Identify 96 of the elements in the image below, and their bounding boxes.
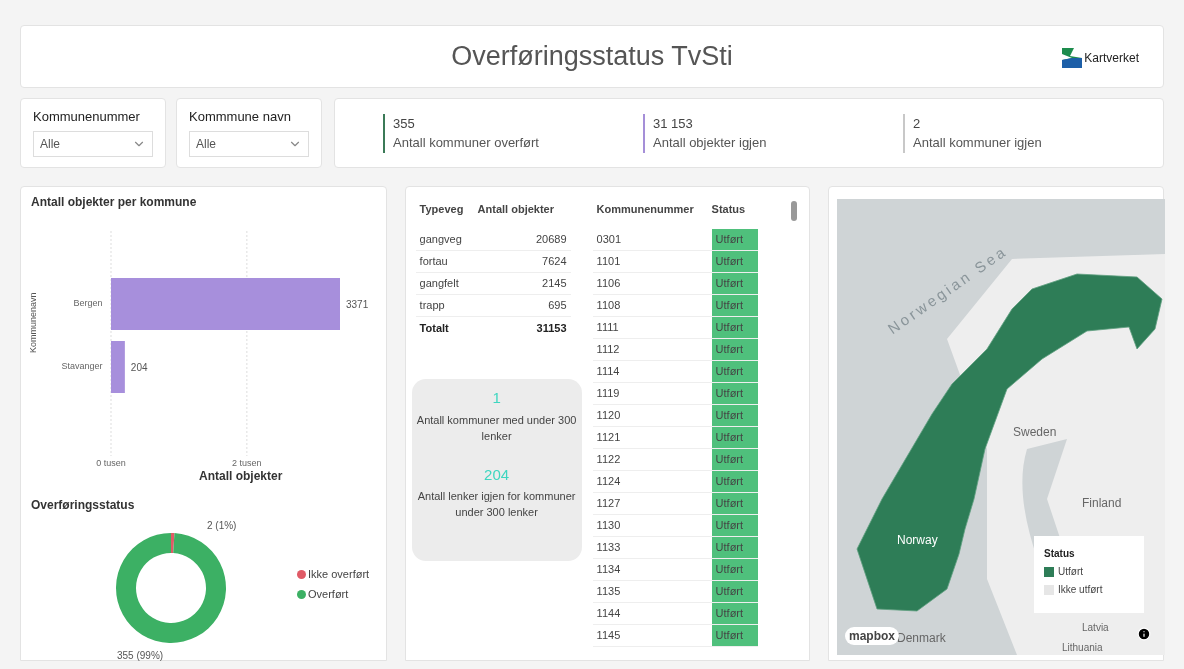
status-cell: Utført: [711, 625, 758, 646]
table-cell-text: 1112: [595, 342, 621, 358]
bar: [111, 341, 125, 393]
table-cell-text: 20689: [535, 232, 568, 248]
table-cell-text: 0301: [595, 232, 623, 248]
axis-title: Antall objekter: [199, 468, 283, 485]
table-cell-text: 1124: [595, 474, 622, 490]
info-label: Antall lenker igjen for kommuner under 300 lenker: [416, 489, 577, 520]
map-label: Norway: [897, 532, 938, 549]
legend-label: Ikke utført: [1058, 583, 1103, 597]
table-cell-text: 1114: [595, 364, 621, 380]
scrollbar-thumb[interactable]: [791, 201, 797, 221]
tick-label: 2 tusen: [232, 457, 262, 470]
map-label: Latvia: [1082, 621, 1109, 635]
legend-label: Ikke overført: [308, 566, 370, 582]
info-label: Antall kommuner med under 300 lenker: [415, 412, 578, 444]
category-label: Bergen: [73, 297, 103, 310]
table-cell-text: 1135: [595, 584, 622, 600]
chart-title: Overføringsstatus: [31, 496, 136, 514]
map-label: Lithuania: [1062, 641, 1103, 655]
table-cell-text: 1120: [595, 408, 622, 424]
filter-dropdown[interactable]: Alle: [189, 130, 309, 157]
legend-label: Overført: [308, 587, 349, 603]
status-cell: Utført: [711, 427, 758, 448]
status-cell: Utført: [711, 471, 758, 492]
kpi-label: Antall kommuner igjen: [913, 134, 1043, 152]
status-cell: Utført: [711, 493, 758, 514]
legend-label: Utført: [1058, 565, 1083, 579]
map-label: Denmark: [897, 630, 946, 647]
info-value: 204: [484, 464, 510, 485]
status-cell: Utført: [711, 383, 758, 404]
column-header[interactable]: Typeveg: [415, 201, 478, 229]
filter-label: Kommmune navn: [189, 108, 292, 126]
tick-label: 0 tusen: [96, 457, 126, 470]
status-cell: Utført: [711, 559, 758, 580]
table-cell-text: 1121: [595, 430, 622, 446]
kpi-value: 2: [913, 114, 922, 133]
axis-title: Kommunenavn: [26, 292, 39, 353]
table-cell-text: gangfelt: [418, 276, 460, 292]
table-cell-text: 1144: [595, 606, 622, 622]
bar-value-label: 3371: [346, 298, 369, 312]
table-cell-text: 1122: [595, 452, 622, 468]
table-cell-text: fortau: [418, 254, 449, 270]
legend-title: Status: [1044, 547, 1076, 561]
column-header[interactable]: Antall objekter: [477, 201, 571, 229]
table-cell-text: 1106: [595, 276, 622, 292]
table-cell-text: 1133: [595, 540, 622, 556]
status-cell: Utført: [711, 317, 758, 338]
data-label: 355 (99%): [117, 648, 164, 663]
filter-dropdown[interactable]: Alle: [33, 130, 153, 157]
status-cell: Utført: [711, 603, 758, 624]
info-value: 1: [492, 388, 501, 408]
status-cell: Utført: [711, 339, 758, 360]
kpi-label: Antall objekter igjen: [653, 134, 768, 152]
column-header[interactable]: Status: [711, 201, 758, 229]
status-cell: Utført: [711, 295, 758, 316]
table-cell-text: 1134: [595, 562, 622, 578]
table-cell-text: 1119: [595, 386, 621, 402]
table-cell-text: trapp: [418, 298, 446, 314]
category-label: Stavanger: [61, 360, 103, 373]
total-cell-text: 31153: [535, 320, 568, 336]
info-icon[interactable]: [1137, 627, 1151, 641]
kpi-value: 31 153: [653, 114, 694, 133]
table-cell-text: 1145: [595, 628, 622, 644]
column-header[interactable]: Kommunenummer: [592, 201, 712, 229]
status-cell: Utført: [711, 581, 758, 602]
table-cell-text: 7624: [541, 254, 568, 270]
status-cell: Utført: [711, 405, 758, 426]
kpi-value: 355: [393, 114, 416, 133]
kpi-label: Antall kommuner overført: [393, 134, 540, 152]
status-cell: Utført: [711, 449, 758, 470]
map-label: Sweden: [1013, 424, 1057, 441]
table-cell-text: 1111: [595, 320, 620, 336]
status-cell: Utført: [711, 251, 758, 272]
table-cell-text: 1101: [595, 254, 622, 270]
table-cell-text: 1130: [595, 518, 622, 534]
attribution-logo: mapbox: [845, 627, 899, 645]
status-cell: Utført: [711, 273, 758, 294]
logo-icon: [1062, 48, 1083, 68]
dashboard-title: Overføringsstatus TvSti: [451, 40, 733, 74]
status-cell: Utført: [711, 361, 758, 382]
total-cell-text: Totalt: [418, 320, 450, 336]
table-cell-text: 1108: [595, 298, 622, 314]
table-cell-text: 1127: [595, 496, 622, 512]
data-label: 2 (1%): [207, 518, 237, 533]
table-cell-text: 2145: [541, 276, 568, 292]
status-cell: Utført: [711, 515, 758, 536]
filter-label: Kommunenummer: [33, 108, 141, 126]
logo-text: Kartverket: [1084, 50, 1139, 67]
table-cell-text: 695: [547, 298, 568, 314]
status-cell: Utført: [711, 229, 758, 250]
chart-title: Antall objekter per kommune: [31, 194, 198, 211]
status-cell: Utført: [711, 537, 758, 558]
table-cell-text: gangveg: [418, 232, 463, 248]
map-label: Finland: [1082, 495, 1122, 512]
bar-value-label: 204: [130, 361, 148, 375]
